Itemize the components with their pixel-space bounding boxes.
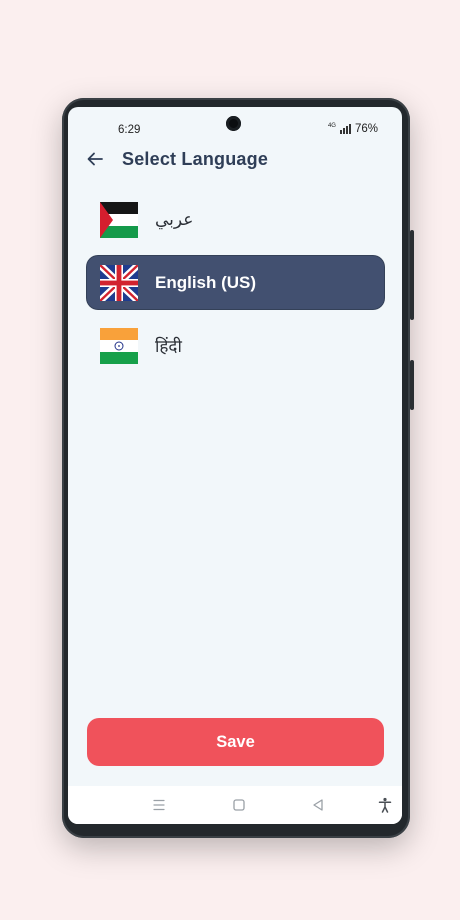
front-camera bbox=[226, 116, 241, 131]
language-label: हिंदी bbox=[155, 337, 182, 356]
status-indicators: 4G 76% bbox=[328, 123, 378, 135]
network-type: 4G bbox=[327, 123, 336, 129]
phone-screen: 6:29 4G 76% Select Language عربي English… bbox=[68, 107, 402, 824]
accessibility-icon[interactable] bbox=[376, 796, 394, 814]
navigation-bar bbox=[68, 786, 402, 824]
language-item-english[interactable]: English (US) bbox=[87, 256, 384, 309]
uk-flag-icon bbox=[100, 264, 138, 301]
recents-icon[interactable] bbox=[150, 796, 168, 814]
language-item-hindi[interactable]: हिंदी bbox=[87, 319, 384, 372]
language-list: عربي English (US) हिंदी bbox=[87, 193, 384, 382]
volume-button bbox=[410, 230, 414, 320]
battery-level: 76% bbox=[354, 123, 378, 135]
home-icon[interactable] bbox=[230, 796, 248, 814]
language-label: English (US) bbox=[155, 272, 257, 292]
palestine-flag-icon bbox=[100, 201, 138, 238]
page-title: Select Language bbox=[122, 148, 269, 169]
back-icon[interactable] bbox=[309, 796, 327, 814]
header: Select Language bbox=[86, 145, 268, 173]
signal-icon bbox=[339, 124, 351, 134]
india-flag-icon bbox=[100, 327, 138, 364]
language-label: عربي bbox=[155, 209, 194, 229]
language-item-arabic[interactable]: عربي bbox=[87, 193, 384, 246]
status-time: 6:29 bbox=[118, 124, 141, 136]
power-button bbox=[410, 360, 414, 410]
save-button[interactable]: Save bbox=[87, 718, 384, 766]
arrow-left-icon[interactable] bbox=[86, 150, 104, 168]
